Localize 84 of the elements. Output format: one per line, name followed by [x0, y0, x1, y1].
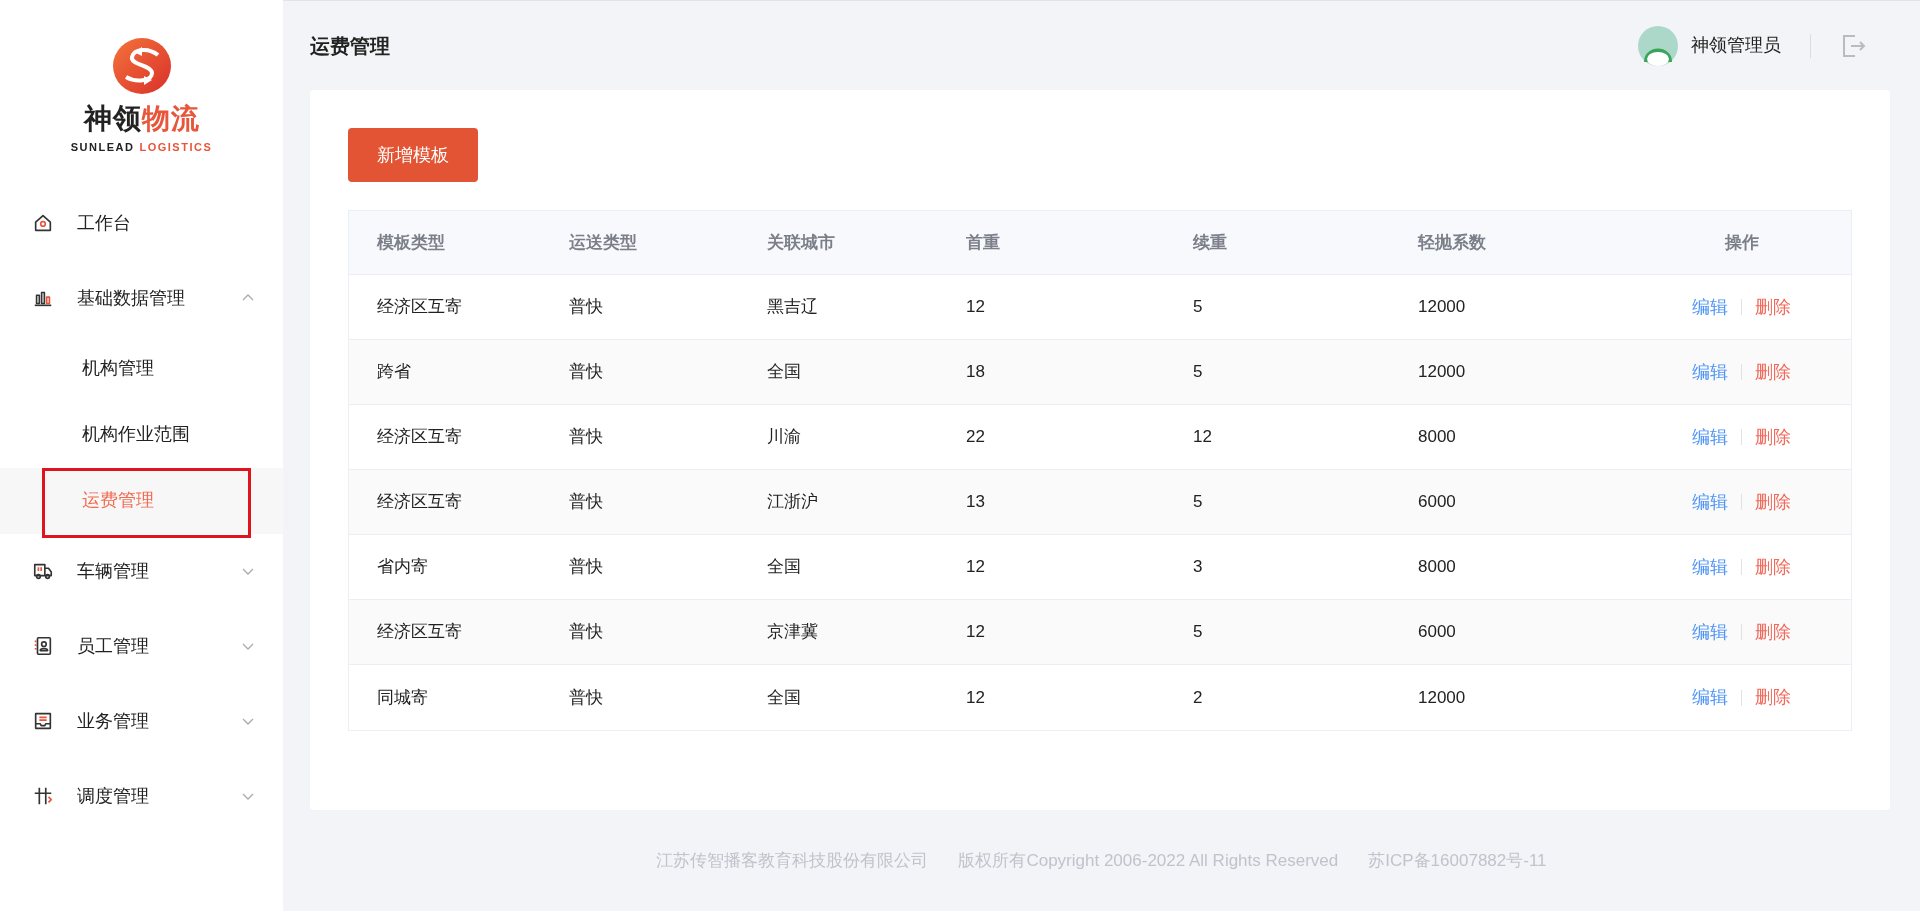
column-header: 关联城市 [767, 231, 835, 254]
table-cell-text: 全国 [767, 686, 801, 709]
table-cell-text: 8000 [1418, 556, 1456, 579]
sidebar-item[interactable]: 业务管理 [0, 683, 283, 759]
column-header: 首重 [966, 231, 1000, 254]
edit-link[interactable]: 编辑 [1692, 553, 1728, 581]
column-header: 操作 [1724, 231, 1759, 254]
table-cell-text: 12000 [1418, 296, 1466, 319]
table-cell-text: 经济区互寄 [377, 296, 462, 319]
edit-link[interactable]: 编辑 [1692, 684, 1728, 711]
table-cell-text: 跨省 [377, 361, 411, 384]
logout-icon[interactable] [1840, 32, 1866, 59]
table-cell-text: 川渝 [767, 426, 801, 449]
table-cell-text: 黑吉辽 [767, 296, 818, 319]
delete-link[interactable]: 删除 [1755, 684, 1791, 711]
table-cell-text: 12 [966, 686, 985, 709]
document-tray-icon [32, 710, 54, 732]
delete-link[interactable]: 删除 [1755, 358, 1791, 386]
table-cell-text: 2 [1193, 686, 1203, 709]
table-cell-text: 普快 [569, 426, 603, 449]
table-cell-text: 经济区互寄 [377, 621, 462, 644]
table-cell-text: 12000 [1418, 686, 1466, 709]
logo-subtitle-accent: LOGISTICS [139, 140, 213, 155]
table-cell-text: 22 [966, 426, 985, 449]
table-cell-text: 普快 [569, 361, 603, 384]
delete-link[interactable]: 删除 [1755, 618, 1791, 646]
table-cell-text: 江浙沪 [767, 491, 818, 514]
logo-name-accent: 物流 [141, 105, 200, 133]
edit-link[interactable]: 编辑 [1692, 423, 1728, 451]
table-cell-text: 京津冀 [767, 621, 818, 644]
column-header: 运送类型 [569, 231, 637, 254]
sidebar-subitem[interactable]: 机构作业范围 [0, 421, 190, 448]
edit-link[interactable]: 编辑 [1692, 488, 1728, 516]
table-cell-text: 5 [1193, 491, 1203, 514]
edit-link[interactable]: 编辑 [1692, 293, 1728, 321]
table-cell-text: 6000 [1418, 491, 1456, 514]
logo-icon [111, 37, 172, 95]
delete-link[interactable]: 删除 [1755, 553, 1791, 581]
delete-link[interactable]: 删除 [1755, 488, 1791, 516]
user-name: 神领管理员 [1691, 34, 1781, 57]
delete-link[interactable]: 删除 [1755, 293, 1791, 321]
page-title: 运费管理 [310, 33, 391, 59]
table-cell-text: 8000 [1418, 426, 1456, 449]
edit-link[interactable]: 编辑 [1692, 358, 1728, 386]
column-header: 模板类型 [377, 231, 445, 254]
table-cell-text: 12 [966, 556, 985, 579]
column-header: 续重 [1193, 231, 1227, 254]
table-cell-text: 5 [1193, 296, 1203, 319]
table-cell-text: 13 [966, 491, 985, 514]
table-cell-text: 12 [966, 296, 985, 319]
table-cell-text: 5 [1193, 621, 1203, 644]
table-cell-text: 普快 [569, 491, 603, 514]
sidebar-item[interactable]: 工作台 [0, 185, 283, 261]
table-cell-text: 经济区互寄 [377, 491, 462, 514]
column-header: 轻抛系数 [1418, 231, 1486, 254]
home-icon [32, 212, 54, 234]
delete-link[interactable]: 删除 [1755, 423, 1791, 451]
table-cell-text: 3 [1193, 556, 1203, 579]
table-cell-text: 普快 [569, 556, 603, 579]
logo-name: 神领 [83, 105, 142, 133]
table-cell-text: 省内寄 [377, 556, 428, 579]
table-cell-text: 普快 [569, 621, 603, 644]
sidebar-item[interactable]: 员工管理 [0, 608, 283, 684]
table-cell-text: 12 [966, 621, 985, 644]
logo-subtitle: SUNLEAD [70, 140, 135, 155]
table-cell-text: 全国 [767, 361, 801, 384]
table-cell-text: 全国 [767, 556, 801, 579]
sidebar-item[interactable]: 调度管理 [0, 758, 283, 834]
table-cell-text: 经济区互寄 [377, 426, 462, 449]
edit-link[interactable]: 编辑 [1692, 618, 1728, 646]
table-cell-text: 同城寄 [377, 686, 428, 709]
id-card-icon [32, 635, 54, 657]
add-template-button[interactable]: 新增模板 [348, 128, 478, 182]
table-cell-text: 普快 [569, 686, 603, 709]
sidebar-subitem[interactable]: 机构管理 [0, 355, 154, 382]
table-cell-text: 5 [1193, 361, 1203, 384]
table-cell-text: 普快 [569, 296, 603, 319]
table-cell-text: 12000 [1418, 361, 1466, 384]
table-cell-text: 12 [1193, 426, 1212, 449]
sidebar-item[interactable]: 车辆管理 [0, 533, 283, 609]
table-cell-text: 18 [966, 361, 985, 384]
table-cell-text: 6000 [1418, 621, 1456, 644]
sidebar-item[interactable]: 基础数据管理 [0, 260, 283, 336]
avatar-icon [1638, 25, 1678, 66]
